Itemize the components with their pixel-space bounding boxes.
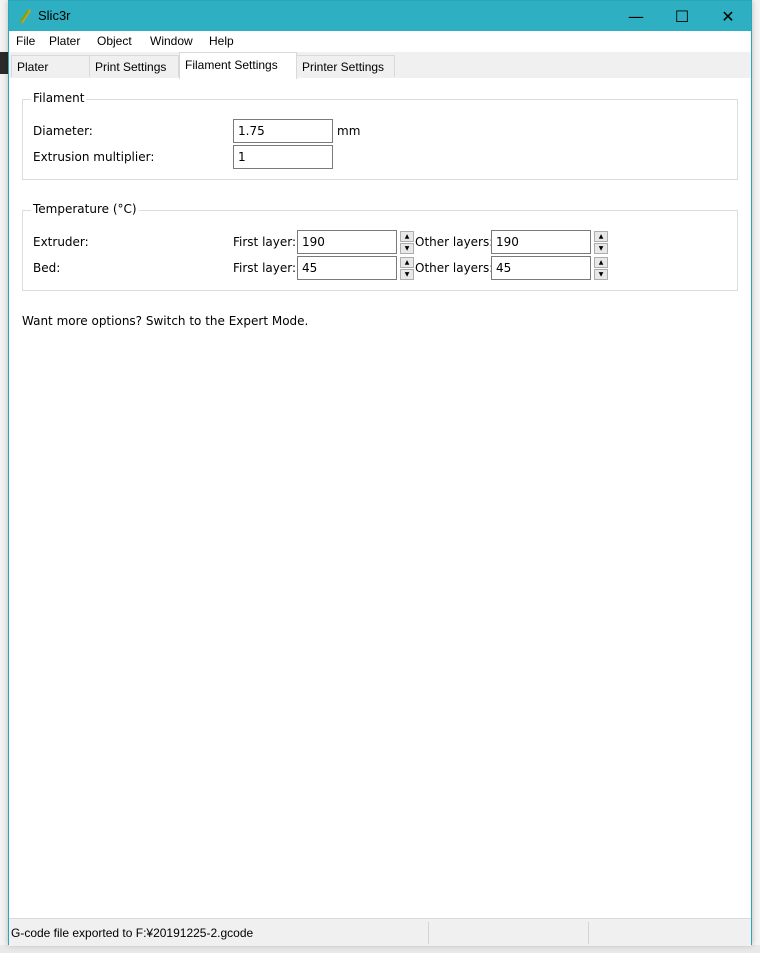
menu-window[interactable]: Window xyxy=(150,34,193,48)
diameter-unit: mm xyxy=(337,124,361,138)
bed-label: Bed: xyxy=(33,261,61,275)
extrusion-multiplier-label: Extrusion multiplier: xyxy=(33,150,155,164)
extruder-first-layer-spinner[interactable]: ▲ ▼ xyxy=(400,231,414,255)
menu-object[interactable]: Object xyxy=(97,34,132,48)
slic3r-logo-icon xyxy=(18,8,32,24)
tab-print-settings[interactable]: Print Settings xyxy=(89,55,179,77)
extruder-first-layer-input[interactable]: 190 xyxy=(297,230,397,254)
window-title: Slic3r xyxy=(38,8,71,23)
diameter-input[interactable]: 1.75 xyxy=(233,119,333,143)
status-divider xyxy=(588,922,589,944)
status-divider xyxy=(428,922,429,944)
temperature-group: Temperature (°C) Extruder: First layer: … xyxy=(22,202,738,291)
extrusion-multiplier-input[interactable]: 1 xyxy=(233,145,333,169)
tab-filament-settings[interactable]: Filament Settings xyxy=(179,52,297,79)
app-window: Slic3r — ☐ ✕ File Plater Object Window H… xyxy=(8,0,752,946)
spin-down-icon[interactable]: ▼ xyxy=(400,243,414,254)
extruder-other-layers-label: Other layers: xyxy=(415,235,494,249)
close-button[interactable]: ✕ xyxy=(705,1,751,31)
spin-up-icon[interactable]: ▲ xyxy=(594,257,608,268)
status-message: G-code file exported to F:¥20191225-2.gc… xyxy=(11,926,254,940)
menu-plater[interactable]: Plater xyxy=(49,34,80,48)
bed-first-layer-label: First layer: xyxy=(233,261,297,275)
tab-strip: Plater Print Settings Filament Settings … xyxy=(9,52,751,79)
menu-file[interactable]: File xyxy=(16,34,35,48)
tab-plater[interactable]: Plater xyxy=(11,55,90,77)
spin-up-icon[interactable]: ▲ xyxy=(594,231,608,242)
extruder-other-layers-input[interactable]: 190 xyxy=(491,230,591,254)
filament-group-title: Filament xyxy=(31,91,87,105)
extruder-label: Extruder: xyxy=(33,235,89,249)
bed-other-layers-input[interactable]: 45 xyxy=(491,256,591,280)
extruder-first-layer-label: First layer: xyxy=(233,235,297,249)
minimize-button[interactable]: — xyxy=(613,1,659,31)
status-bar: G-code file exported to F:¥20191225-2.gc… xyxy=(9,918,751,946)
expert-mode-hint: Want more options? Switch to the Expert … xyxy=(22,314,309,328)
spin-up-icon[interactable]: ▲ xyxy=(400,231,414,242)
bed-first-layer-input[interactable]: 45 xyxy=(297,256,397,280)
diameter-label: Diameter: xyxy=(33,124,93,138)
title-bar[interactable]: Slic3r — ☐ ✕ xyxy=(9,1,751,31)
settings-panel: Filament Diameter: 1.75 mm Extrusion mul… xyxy=(9,78,751,918)
extruder-other-layers-spinner[interactable]: ▲ ▼ xyxy=(594,231,608,255)
menu-bar: File Plater Object Window Help xyxy=(9,31,751,52)
filament-group: Filament Diameter: 1.75 mm Extrusion mul… xyxy=(22,91,738,180)
bed-other-layers-spinner[interactable]: ▲ ▼ xyxy=(594,257,608,281)
maximize-button[interactable]: ☐ xyxy=(659,1,705,31)
background-bottom-edge xyxy=(0,945,760,953)
spin-down-icon[interactable]: ▼ xyxy=(594,243,608,254)
tab-printer-settings[interactable]: Printer Settings xyxy=(296,55,395,77)
temperature-group-title: Temperature (°C) xyxy=(31,202,139,216)
menu-help[interactable]: Help xyxy=(209,34,234,48)
bed-first-layer-spinner[interactable]: ▲ ▼ xyxy=(400,257,414,281)
background-window-edge xyxy=(752,0,760,953)
spin-down-icon[interactable]: ▼ xyxy=(400,269,414,280)
bed-other-layers-label: Other layers: xyxy=(415,261,494,275)
spin-up-icon[interactable]: ▲ xyxy=(400,257,414,268)
spin-down-icon[interactable]: ▼ xyxy=(594,269,608,280)
